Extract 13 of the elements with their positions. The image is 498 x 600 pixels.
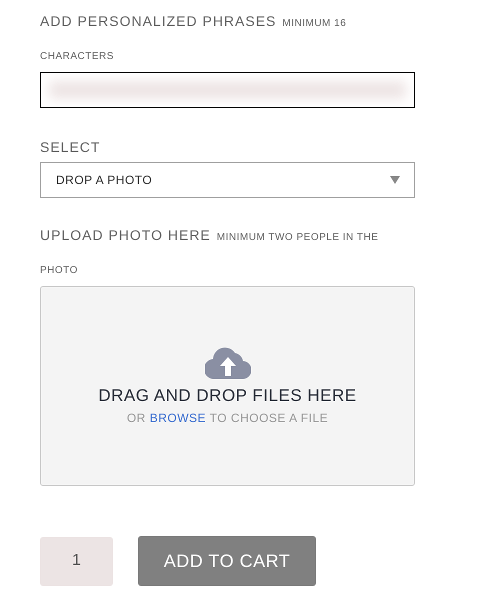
upload-dropzone[interactable]: DRAG AND DROP FILES HERE OR BROWSE TO CHOOSE A FILE [40, 286, 415, 486]
quantity-input[interactable]: 1 [40, 536, 113, 586]
select-dropdown[interactable]: DROP A PHOTO [40, 162, 415, 198]
add-to-cart-button[interactable]: ADD TO CART [138, 536, 316, 586]
phrase-input[interactable] [40, 72, 415, 108]
field-label: UPLOAD PHOTO HERE MINIMUM TWO PEOPLE IN THE PHOTO [40, 226, 380, 278]
browse-link[interactable]: BROWSE [150, 410, 206, 425]
cloud-upload-icon [204, 345, 250, 380]
field-label: SELECT [40, 138, 102, 157]
field-label: ADD PERSONALIZED PHRASES MINIMUM 16 CHARACTERS [40, 12, 348, 64]
dropzone-heading: DRAG AND DROP FILES HERE [98, 385, 357, 408]
caret-icon [390, 176, 400, 184]
dropzone-instructions: OR BROWSE TO CHOOSE A FILE [126, 410, 328, 427]
